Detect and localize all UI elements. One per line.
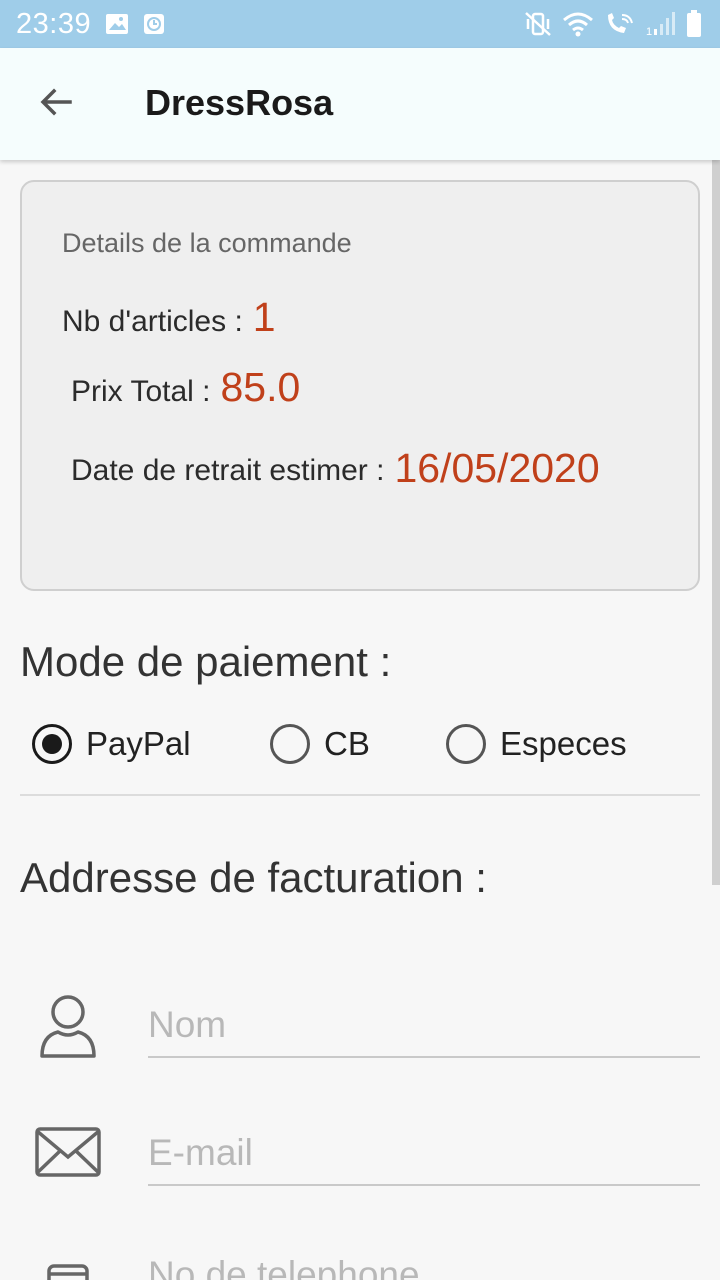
radio-cb-label: CB: [324, 725, 370, 762]
app-title: DressRosa: [145, 82, 334, 123]
signal-icon: 1: [646, 11, 676, 37]
payment-radio-group: PayPal CB Especes: [0, 716, 720, 772]
battery-icon: [686, 10, 702, 38]
item-count-label: Nb d'articles :: [62, 305, 243, 338]
name-field[interactable]: [148, 994, 700, 1058]
payment-mode-heading: Mode de paiement :: [20, 638, 392, 685]
order-details-title: Details de la commande: [62, 228, 352, 258]
email-field[interactable]: [148, 1122, 700, 1186]
order-details-card: Details de la commande Nb d'articles : 1…: [20, 180, 700, 591]
radio-especes[interactable]: Especes: [446, 716, 627, 772]
radio-cb[interactable]: CB: [270, 716, 370, 772]
radio-unchecked-icon: [270, 724, 310, 764]
wifi-icon: [562, 11, 594, 37]
total-price-row: Prix Total : 85.0: [71, 364, 300, 411]
status-bar: 23:39 1: [0, 0, 720, 48]
phone-field[interactable]: [148, 1244, 700, 1280]
item-count-value: 1: [252, 294, 276, 340]
scroll-indicator[interactable]: [712, 160, 720, 885]
person-icon: [32, 990, 104, 1062]
status-bar-right: 1: [524, 10, 702, 38]
radio-unchecked-icon: [446, 724, 486, 764]
billing-address-heading: Addresse de facturation :: [20, 854, 487, 901]
wifi-call-icon: [604, 11, 636, 37]
total-price-value: 85.0: [220, 364, 301, 410]
image-icon: [105, 13, 129, 35]
status-time: 23:39: [16, 7, 92, 40]
pickup-date-row: Date de retrait estimer : 16/05/2020: [71, 444, 614, 493]
back-button[interactable]: [30, 78, 82, 130]
radio-especes-label: Especes: [500, 725, 627, 762]
arrow-left-icon: [36, 82, 76, 127]
radio-paypal[interactable]: PayPal: [32, 716, 191, 772]
app-bar: DressRosa: [0, 48, 720, 160]
radio-checked-icon: [32, 724, 72, 764]
vibrate-mute-icon: [524, 11, 552, 37]
clock-app-icon: [143, 13, 165, 35]
total-price-label: Prix Total :: [71, 375, 211, 408]
radio-paypal-label: PayPal: [86, 725, 191, 762]
pickup-date-label: Date de retrait estimer :: [71, 454, 385, 487]
item-count-row: Nb d'articles : 1: [62, 294, 276, 341]
envelope-icon: [32, 1116, 104, 1188]
phone-icon: [32, 1240, 104, 1280]
status-bar-left: 23:39: [16, 8, 165, 41]
pickup-date-value: 16/05/2020: [394, 445, 600, 491]
section-divider: [20, 794, 700, 796]
sim-slot-label: 1: [646, 26, 652, 37]
